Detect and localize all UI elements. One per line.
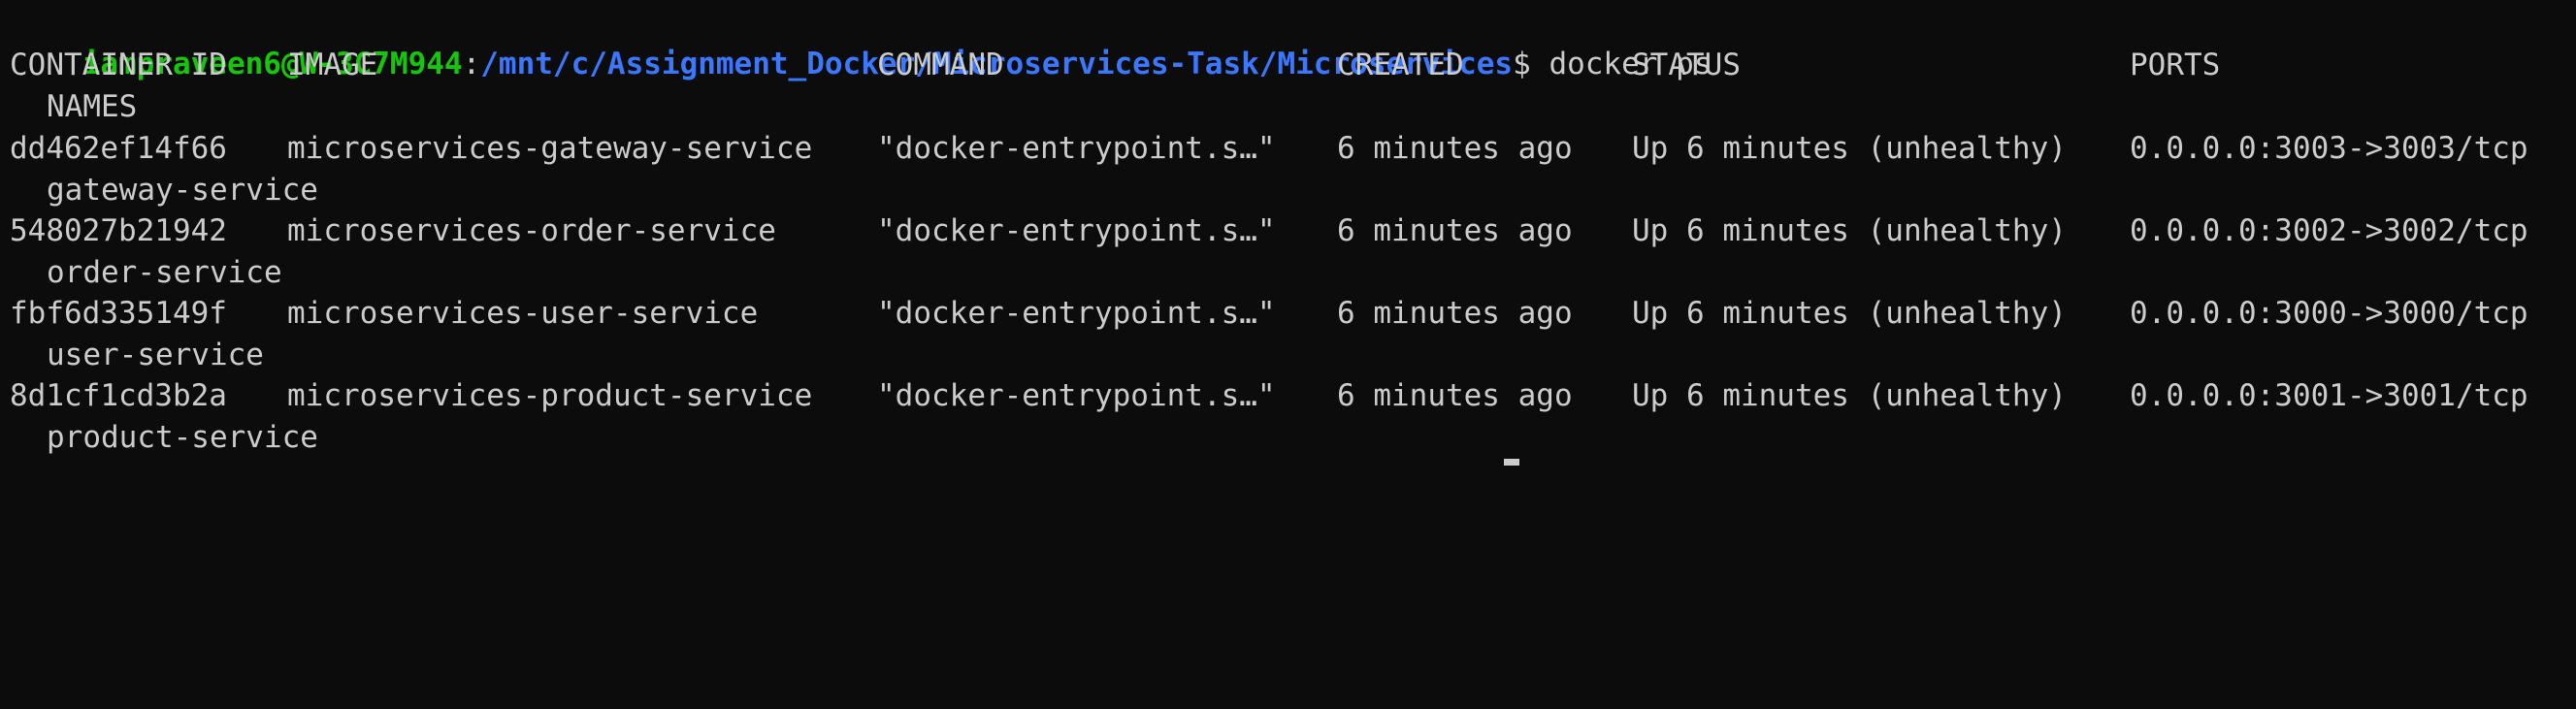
- created-text: 6 minutes ago: [1337, 296, 1573, 331]
- status-text: Up 6 minutes (unhealthy): [1632, 213, 2067, 248]
- header-names: NAMES: [47, 89, 138, 124]
- table-row: 8d1cf1cd3b2a microservices-product-servi…: [10, 375, 2571, 417]
- header-ports: PORTS: [2130, 48, 2221, 82]
- status-text: Up 6 minutes (unhealthy): [1632, 131, 2067, 166]
- table-row: dd462ef14f66 microservices-gateway-servi…: [10, 128, 2571, 170]
- container-id: 8d1cf1cd3b2a: [10, 378, 227, 413]
- container-id: dd462ef14f66: [10, 131, 227, 166]
- table-row-name: order-service: [10, 252, 282, 294]
- table-row: fbf6d335149f microservices-user-service …: [10, 293, 2571, 335]
- ports-text: 0.0.0.0:3002->3002/tcp: [2130, 213, 2528, 248]
- created-text: 6 minutes ago: [1337, 378, 1573, 413]
- command-text: "docker-entrypoint.s…": [877, 296, 1276, 331]
- table-row: 548027b21942 microservices-order-service…: [10, 210, 2571, 252]
- created-text: 6 minutes ago: [1337, 213, 1573, 248]
- image-name: microservices-product-service: [287, 378, 813, 413]
- image-name: microservices-user-service: [287, 296, 759, 331]
- table-row-name: gateway-service: [10, 170, 318, 211]
- header-status: STATUS: [1632, 48, 1741, 82]
- table-row-name: product-service: [10, 417, 318, 459]
- container-name: product-service: [47, 420, 318, 455]
- command-text: "docker-entrypoint.s…": [877, 213, 1276, 248]
- image-name: microservices-order-service: [287, 213, 776, 248]
- table-row-name: user-service: [10, 335, 264, 376]
- terminal-window[interactable]: iampraveen6@W-3C7M944:/mnt/c/Assignment_…: [10, 0, 2571, 466]
- text-cursor: [1504, 459, 1519, 466]
- ports-text: 0.0.0.0:3001->3001/tcp: [2130, 378, 2528, 413]
- container-id: fbf6d335149f: [10, 296, 227, 331]
- status-text: Up 6 minutes (unhealthy): [1632, 378, 2067, 413]
- container-name: user-service: [47, 338, 264, 372]
- table-header: CONTAINER ID IMAGE COMMAND CREATED STATU…: [10, 45, 2571, 86]
- header-created: CREATED: [1337, 48, 1464, 82]
- header-command: COMMAND: [877, 48, 1004, 82]
- header-container-id: CONTAINER ID: [10, 48, 227, 82]
- container-name: order-service: [47, 255, 282, 290]
- ports-text: 0.0.0.0:3003->3003/tcp: [2130, 131, 2528, 166]
- command-text: "docker-entrypoint.s…": [877, 131, 1276, 166]
- container-name: gateway-service: [47, 173, 318, 208]
- container-id: 548027b21942: [10, 213, 227, 248]
- command-text: "docker-entrypoint.s…": [877, 378, 1276, 413]
- header-image: IMAGE: [287, 48, 378, 82]
- created-text: 6 minutes ago: [1337, 131, 1573, 166]
- status-text: Up 6 minutes (unhealthy): [1632, 296, 2067, 331]
- table-header-wrap: NAMES: [10, 86, 137, 128]
- ports-text: 0.0.0.0:3000->3000/tcp: [2130, 296, 2528, 331]
- image-name: microservices-gateway-service: [287, 131, 813, 166]
- prompt-line: iampraveen6@W-3C7M944:/mnt/c/Assignment_…: [10, 2, 1712, 81]
